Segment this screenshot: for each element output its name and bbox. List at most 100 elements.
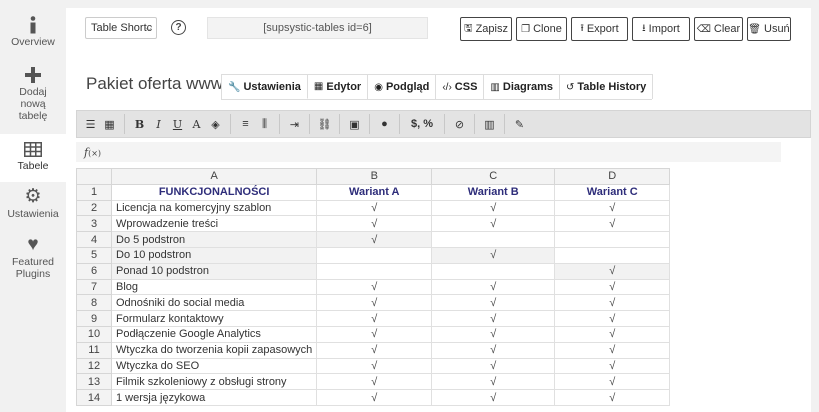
row-number[interactable]: 1 [76, 183, 112, 201]
cell[interactable] [431, 262, 556, 280]
cell[interactable]: √ [554, 199, 671, 217]
cell[interactable]: Formularz kontaktowy [110, 310, 318, 327]
cell[interactable]: √ [554, 373, 671, 391]
cell[interactable] [554, 231, 671, 248]
tab-settings[interactable]: 🔧 Ustawienia [221, 74, 308, 99]
row-number[interactable]: 6 [76, 262, 112, 280]
cell[interactable] [554, 246, 671, 264]
cell[interactable]: Wariant B [431, 183, 556, 201]
cell[interactable] [316, 246, 433, 264]
cell[interactable]: √ [431, 357, 556, 375]
cell[interactable]: FUNKCJONALNOŚCI [110, 183, 318, 201]
cell[interactable]: √ [316, 231, 433, 248]
tab-table-history[interactable]: ↺ Table History [559, 74, 654, 99]
column-grid-icon[interactable]: ▦ [100, 114, 119, 134]
row-number[interactable]: 9 [76, 310, 112, 327]
cell[interactable]: √ [316, 278, 433, 296]
cell[interactable]: √ [431, 389, 556, 406]
cell[interactable]: Odnośniki do social media [110, 294, 318, 312]
cell[interactable]: √ [431, 246, 556, 264]
cell[interactable]: √ [431, 294, 556, 312]
help-icon[interactable]: ? [171, 20, 186, 35]
column-header[interactable]: A [110, 168, 318, 185]
cell[interactable]: √ [554, 341, 671, 359]
cell[interactable]: √ [554, 310, 671, 327]
cell[interactable]: √ [554, 294, 671, 312]
cell[interactable]: √ [431, 199, 556, 217]
cell[interactable]: √ [554, 215, 671, 233]
sidebar-item-tables[interactable]: Tabele [0, 134, 66, 182]
cell[interactable]: √ [316, 215, 433, 233]
shortcode-type-select[interactable]: Table Shortc ⌵ [85, 17, 157, 39]
cell[interactable] [431, 231, 556, 248]
cell[interactable]: √ [431, 341, 556, 359]
shortcode-field[interactable]: [supsystic-tables id=6] [207, 17, 428, 39]
cell[interactable]: √ [316, 357, 433, 375]
cell[interactable]: √ [554, 389, 671, 406]
comment-icon[interactable]: ● [375, 114, 394, 134]
hide-icon[interactable]: ⊘ [450, 114, 469, 134]
tab-preview[interactable]: ◉ Podgląd [367, 74, 437, 99]
underline-icon[interactable]: U [168, 114, 187, 134]
cell[interactable]: √ [431, 278, 556, 296]
row-number[interactable]: 2 [76, 199, 112, 217]
fill-color-icon[interactable]: ◈ [206, 114, 225, 134]
image-icon[interactable]: ▣ [345, 114, 364, 134]
link-icon[interactable]: ⛓ [315, 114, 334, 134]
cell[interactable]: √ [431, 325, 556, 343]
column-header[interactable]: C [431, 168, 556, 185]
row-number[interactable]: 14 [76, 389, 112, 406]
row-number[interactable]: 5 [76, 246, 112, 264]
corner-cell[interactable] [76, 168, 112, 185]
cell[interactable]: Licencja na komercyjny szablon [110, 199, 318, 217]
vertical-align-icon[interactable]: ⫼ [255, 114, 274, 134]
cell[interactable]: Wariant C [554, 183, 671, 201]
cell[interactable]: Filmik szkoleniowy z obsługi strony [110, 373, 318, 391]
row-list-icon[interactable]: ☰ [81, 114, 100, 134]
cell[interactable]: Ponad 10 podstron [110, 262, 318, 280]
tab-editor[interactable]: ▦ Edytor [306, 74, 369, 99]
cell[interactable]: √ [431, 215, 556, 233]
row-number[interactable]: 10 [76, 325, 112, 343]
cell[interactable]: √ [316, 373, 433, 391]
row-number[interactable]: 12 [76, 357, 112, 375]
cell[interactable]: Wtyczka do tworzenia kopii zapasowych [110, 341, 318, 359]
export-button[interactable]: ⭱ Export [571, 17, 628, 41]
currency-percent-button[interactable]: $, % [405, 114, 439, 134]
cell[interactable]: Do 5 podstron [110, 231, 318, 248]
sidebar-item-settings[interactable]: ⚙ Ustawienia [0, 186, 66, 230]
row-number[interactable]: 13 [76, 373, 112, 391]
bold-icon[interactable]: B [130, 114, 149, 134]
cell[interactable]: √ [316, 389, 433, 406]
cell[interactable]: Wariant A [316, 183, 433, 201]
cell[interactable]: Blog [110, 278, 318, 296]
delete-button[interactable]: 🗑 Usuń [747, 17, 791, 41]
tab-diagrams[interactable]: ▥ Diagrams [483, 74, 561, 99]
cell[interactable]: Podłączenie Google Analytics [110, 325, 318, 343]
row-number[interactable]: 7 [76, 278, 112, 296]
cell[interactable]: √ [554, 262, 671, 280]
tab-css[interactable]: ‹/› CSS [435, 74, 485, 99]
cell[interactable]: Wprowadzenie treści [110, 215, 318, 233]
cell[interactable]: √ [431, 310, 556, 327]
row-number[interactable]: 11 [76, 341, 112, 359]
sidebar-item-add-table[interactable]: Dodaj nową tabelę [0, 64, 66, 130]
clone-button[interactable]: ❐ Clone [516, 17, 567, 41]
cell[interactable]: √ [554, 357, 671, 375]
column-header[interactable]: B [316, 168, 433, 185]
formula-bar[interactable]: f(×) [76, 142, 781, 162]
cell[interactable]: √ [316, 310, 433, 327]
sidebar-item-featured-plugins[interactable]: ♥ Featured Plugins [0, 234, 66, 290]
cell[interactable]: √ [554, 278, 671, 296]
column-header[interactable]: D [554, 168, 671, 185]
cell[interactable]: √ [554, 325, 671, 343]
row-number[interactable]: 4 [76, 231, 112, 248]
clear-button[interactable]: ⌫ Clear [694, 17, 743, 41]
cell[interactable]: 1 wersja językowa [110, 389, 318, 406]
import-button[interactable]: ⭳ Import [632, 17, 690, 41]
cell[interactable]: Wtyczka do SEO [110, 357, 318, 375]
cell[interactable]: √ [316, 294, 433, 312]
align-left-icon[interactable]: ≡ [236, 114, 255, 134]
row-number[interactable]: 8 [76, 294, 112, 312]
cell[interactable] [316, 262, 433, 280]
